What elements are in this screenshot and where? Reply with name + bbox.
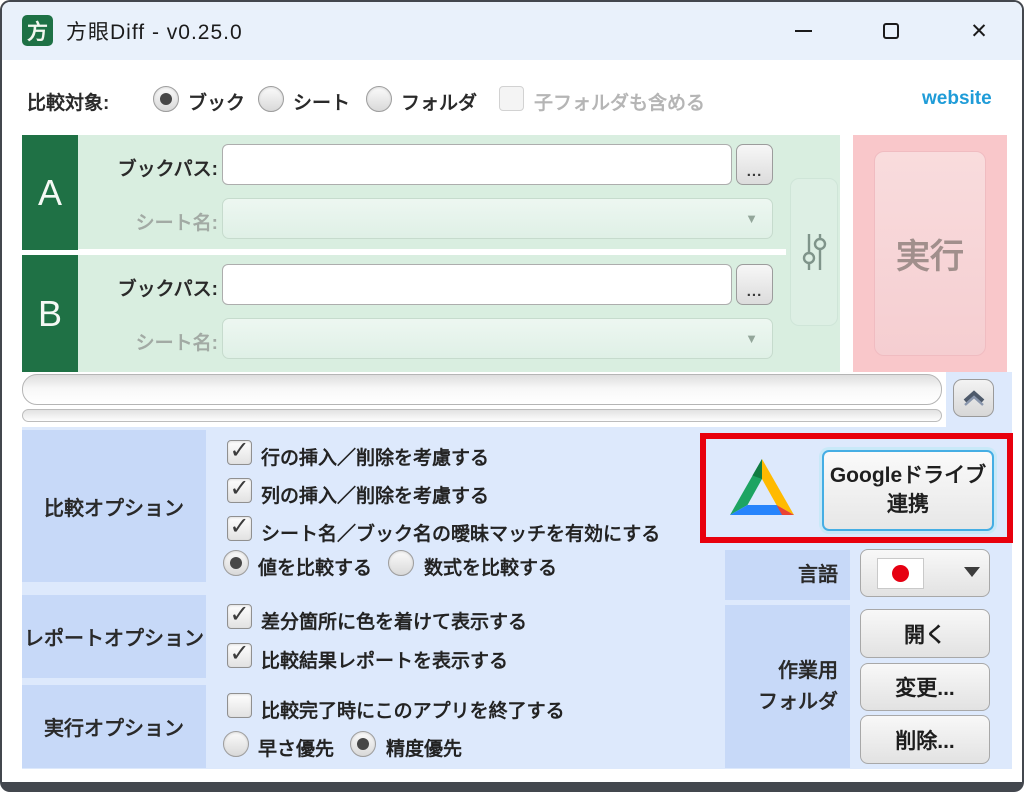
radio-compare-values[interactable]: [223, 550, 249, 576]
minimize-button[interactable]: [778, 2, 828, 60]
checkbox-col-insert-label[interactable]: 列の挿入／削除を考慮する: [261, 481, 489, 508]
sliders-icon: [801, 231, 827, 273]
sheet-name-label-b: シート名:: [86, 328, 218, 355]
book-path-input-a[interactable]: [222, 144, 732, 185]
open-folder-button[interactable]: 開く: [860, 609, 990, 658]
sheet-name-dropdown-b: ▼: [222, 318, 773, 359]
compare-target-label: 比較対象:: [27, 88, 109, 115]
checkbox-show-report[interactable]: ✓: [227, 643, 252, 668]
radio-compare-values-label[interactable]: 値を比較する: [258, 553, 372, 580]
radio-sheet-label[interactable]: シート: [293, 88, 350, 115]
close-icon: ✕: [970, 21, 988, 42]
check-icon: ✓: [229, 474, 249, 503]
maximize-icon: [883, 23, 899, 39]
collapse-button[interactable]: [953, 379, 994, 417]
book-path-label-a: ブックパス:: [86, 154, 218, 181]
flag-circle: [892, 565, 909, 582]
checkbox-fuzzy-match-label[interactable]: シート名／ブック名の曖昧マッチを有効にする: [261, 519, 660, 546]
browse-button-b[interactable]: ...: [736, 264, 773, 305]
maximize-button[interactable]: [866, 2, 916, 60]
checkbox-col-insert[interactable]: ✓: [227, 478, 252, 503]
source-a-badge: A: [22, 135, 78, 250]
google-drive-link-button[interactable]: Googleドライブ 連携: [822, 450, 994, 531]
radio-speed-priority[interactable]: [223, 731, 249, 757]
website-link[interactable]: website: [922, 88, 992, 110]
change-folder-button[interactable]: 変更...: [860, 663, 990, 711]
window-title: 方眼Diff - v0.25.0: [66, 2, 243, 60]
language-label: 言語: [725, 550, 850, 600]
check-icon: ✓: [229, 512, 249, 541]
close-button[interactable]: ✕: [954, 2, 1004, 60]
google-drive-icon: [729, 457, 795, 519]
source-b-badge: B: [22, 255, 78, 372]
status-bar: [22, 374, 942, 405]
compare-settings-button[interactable]: [790, 178, 838, 326]
app-window: 方 方眼Diff - v0.25.0 ✕ 比較対象: ブック シート フォルダ …: [0, 0, 1024, 792]
check-icon: ✓: [229, 639, 249, 668]
checkbox-row-insert[interactable]: ✓: [227, 440, 252, 465]
work-folder-label: 作業用 フォルダ: [725, 605, 850, 768]
checkbox-exit-on-complete-label[interactable]: 比較完了時にこのアプリを終了する: [261, 696, 565, 723]
sheet-name-dropdown-a: ▼: [222, 198, 773, 239]
chevron-down-icon: ▼: [745, 331, 758, 346]
chevron-down-icon: [964, 567, 980, 577]
check-icon: ✓: [229, 600, 249, 629]
book-path-label-b: ブックパス:: [86, 274, 218, 301]
google-drive-button-line1: Googleドライブ: [830, 462, 986, 490]
radio-compare-formulas-label[interactable]: 数式を比較する: [424, 553, 557, 580]
radio-accuracy-priority-label[interactable]: 精度優先: [386, 734, 462, 761]
check-icon: ✓: [229, 436, 249, 465]
checkbox-fuzzy-match[interactable]: ✓: [227, 516, 252, 541]
app-icon: 方: [22, 15, 53, 46]
browse-button-a[interactable]: ...: [736, 144, 773, 185]
run-button[interactable]: 実行: [874, 151, 986, 356]
radio-accuracy-priority[interactable]: [350, 731, 376, 757]
radio-sheet[interactable]: [258, 86, 284, 112]
radio-folder[interactable]: [366, 86, 392, 112]
checkbox-color-diff[interactable]: ✓: [227, 604, 252, 629]
sheet-name-label-a: シート名:: [86, 208, 218, 235]
execute-options-title: 実行オプション: [22, 685, 206, 768]
checkbox-show-report-label[interactable]: 比較結果レポートを表示する: [261, 646, 508, 673]
include-subfolders-label: 子フォルダも含める: [534, 88, 705, 115]
checkbox-exit-on-complete[interactable]: [227, 693, 252, 718]
include-subfolders-checkbox: [499, 86, 524, 111]
radio-folder-label[interactable]: フォルダ: [401, 88, 477, 115]
progress-bar: [22, 409, 942, 422]
checkbox-row-insert-label[interactable]: 行の挿入／削除を考慮する: [261, 443, 489, 470]
title-bar: 方 方眼Diff - v0.25.0 ✕: [2, 2, 1022, 60]
report-options-title: レポートオプション: [22, 595, 206, 678]
compare-options-title: 比較オプション: [22, 430, 206, 582]
checkbox-color-diff-label[interactable]: 差分箇所に色を着けて表示する: [261, 607, 527, 634]
japan-flag-icon: [877, 558, 924, 589]
radio-book-label[interactable]: ブック: [188, 88, 245, 115]
chevron-down-icon: ▼: [745, 211, 758, 226]
radio-book[interactable]: [153, 86, 179, 112]
delete-folder-button[interactable]: 削除...: [860, 715, 990, 764]
google-drive-button-line2: 連携: [887, 491, 929, 519]
book-path-input-b[interactable]: [222, 264, 732, 305]
radio-speed-priority-label[interactable]: 早さ優先: [258, 734, 334, 761]
work-folder-label-line1: 作業用: [778, 656, 838, 687]
work-folder-label-line2: フォルダ: [758, 687, 838, 718]
radio-compare-formulas[interactable]: [388, 550, 414, 576]
minimize-icon: [795, 30, 812, 32]
panel-divider: [22, 249, 786, 255]
chevron-up-icon: [960, 388, 988, 408]
